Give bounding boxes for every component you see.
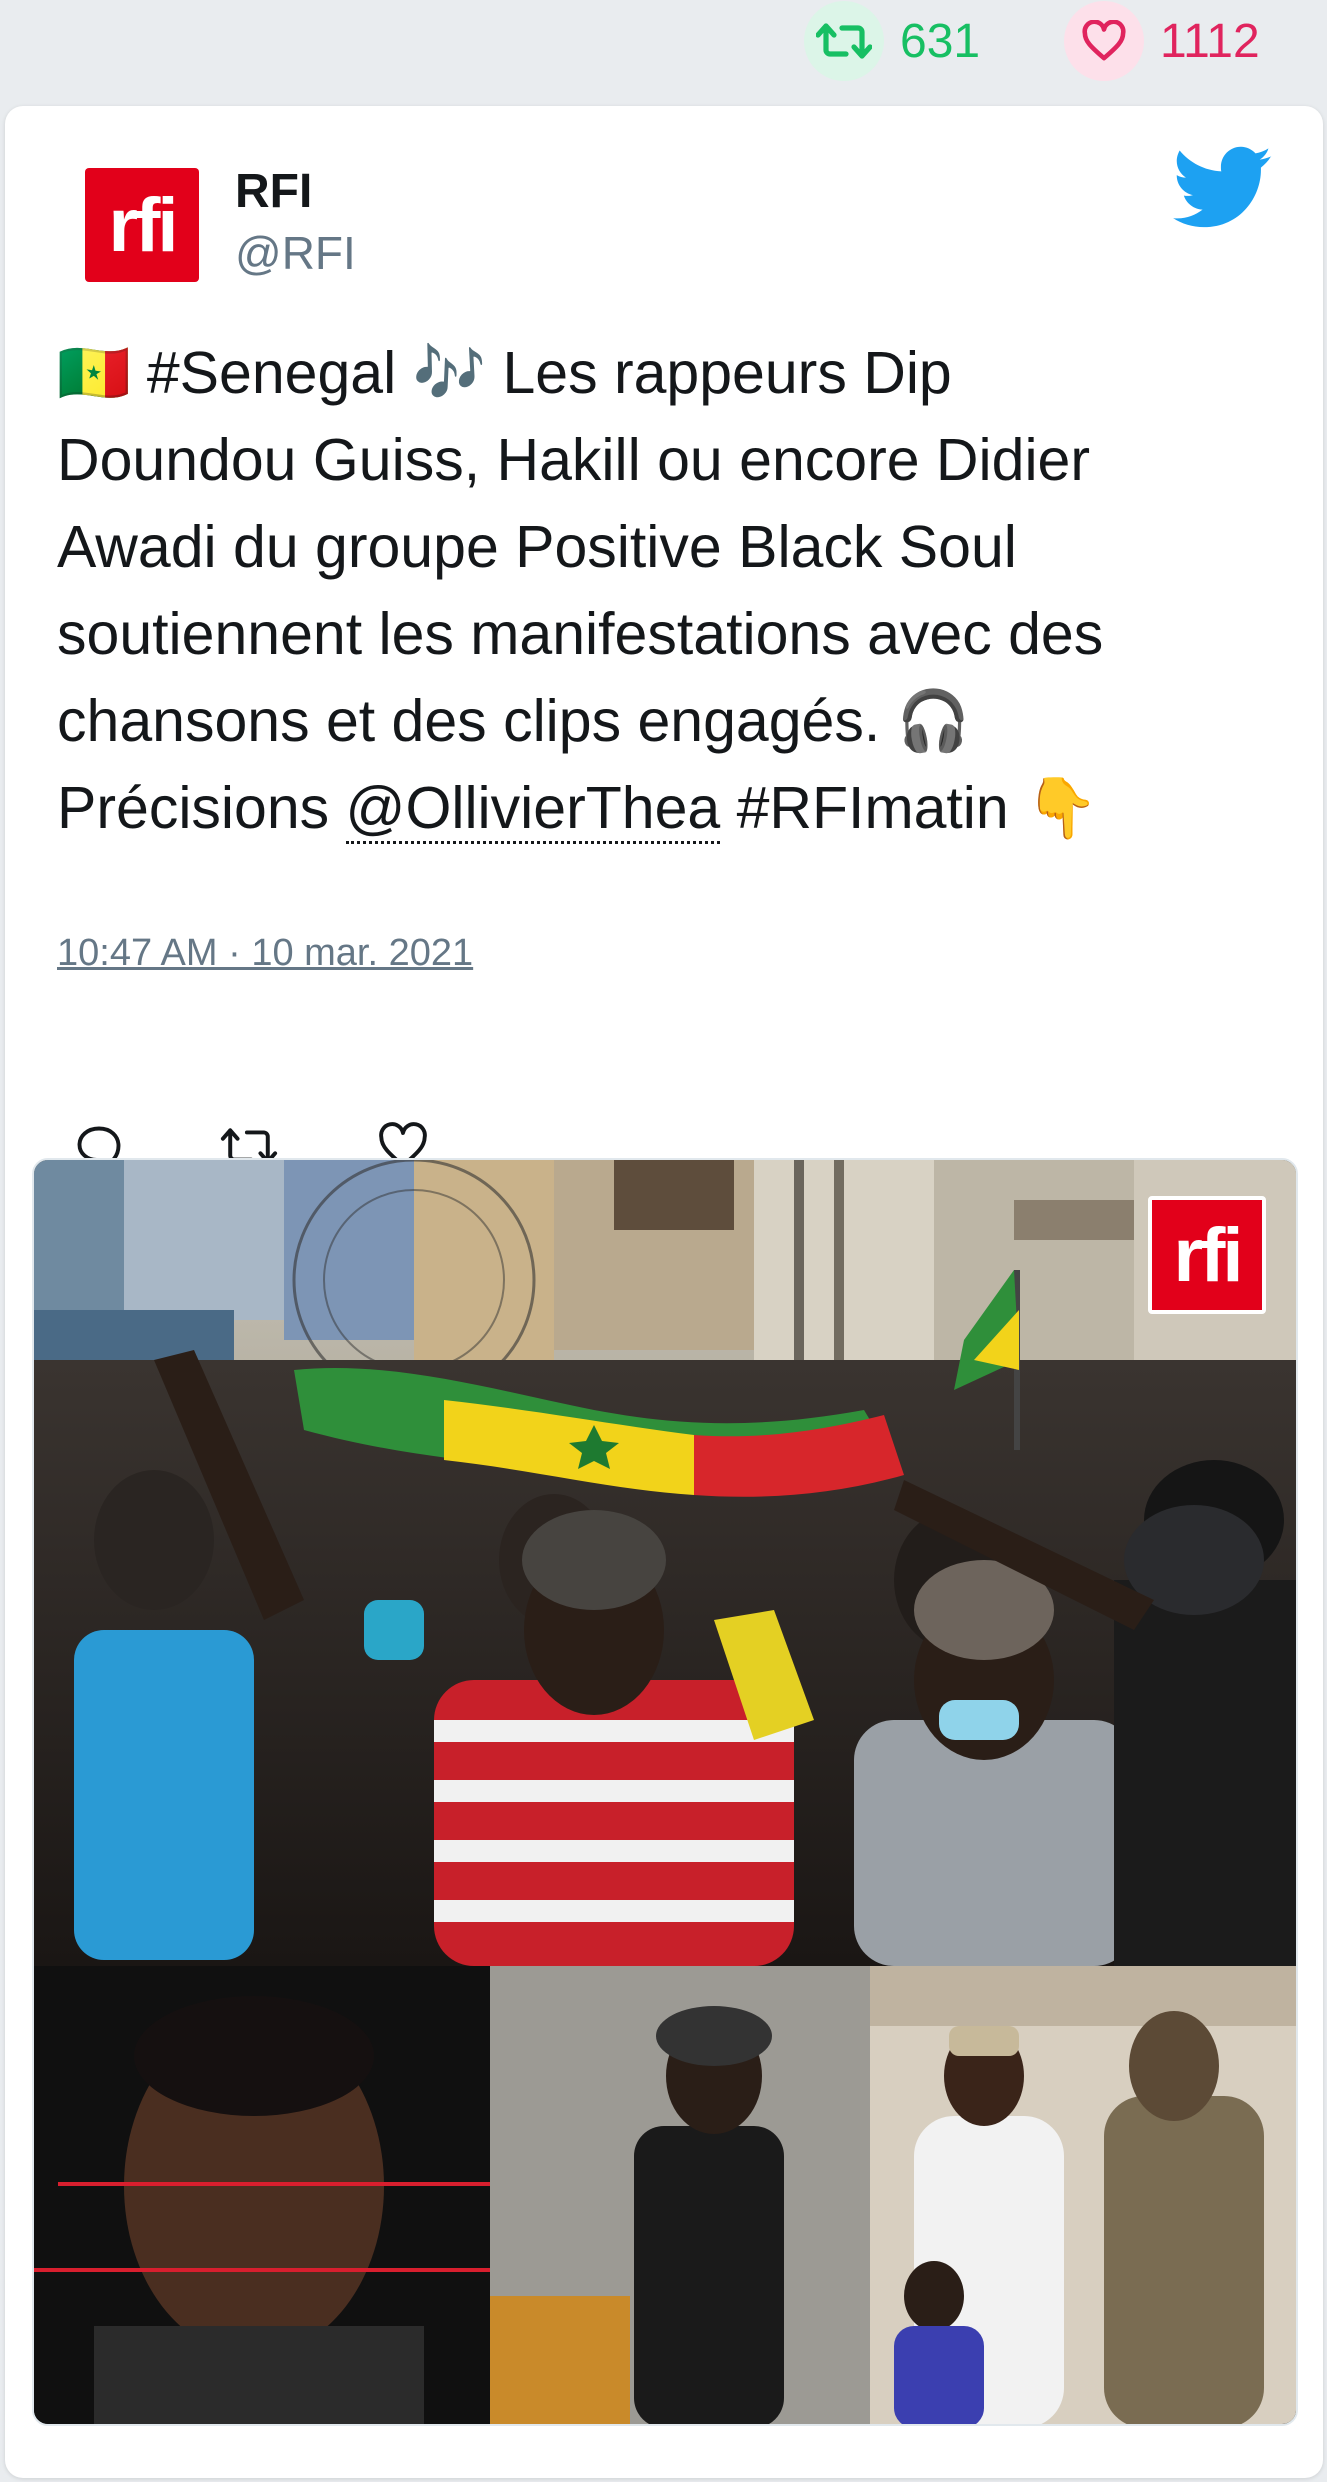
top-stats-bar: 631 1112	[0, 0, 1327, 100]
retweet-count: 631	[900, 14, 981, 68]
mention-link[interactable]: @OllivierThea	[345, 775, 721, 844]
tweet-card: rfi RFI @RFI 🇸🇳 #Senegal 🎶 Les rappeurs …	[5, 106, 1323, 2478]
author-handle[interactable]: @RFI	[235, 226, 356, 280]
tweet-line-last: Précisions @OllivierThea #RFImatin 👇	[57, 765, 1287, 852]
author-name[interactable]: RFI	[235, 164, 312, 219]
retweet-stat[interactable]: 631	[804, 1, 981, 81]
tweet-line: chansons et des clips engagés. 🎧	[57, 688, 971, 754]
tweet-line: soutiennent les manifestations avec des	[57, 601, 1104, 667]
rfi-logo: rfi	[85, 168, 199, 282]
tweet-line: Doundou Guiss, Hakill ou encore Didier	[57, 427, 1091, 493]
like-stat[interactable]: 1112	[1064, 1, 1260, 81]
tweet-text: 🇸🇳 #Senegal 🎶 Les rappeurs Dip Doundou G…	[57, 330, 1287, 852]
like-count: 1112	[1160, 14, 1260, 68]
tweet-timestamp[interactable]: 10:47 AM · 10 mar. 2021	[57, 932, 473, 975]
avatar[interactable]: rfi	[81, 164, 203, 286]
rappers-collage	[34, 1966, 1296, 2424]
twitter-bird-icon[interactable]	[1173, 146, 1273, 230]
heart-icon	[1064, 1, 1144, 81]
tweet-line: 🇸🇳 #Senegal 🎶 Les rappeurs Dip	[57, 340, 952, 406]
retweet-icon	[804, 1, 884, 81]
tweet-line-prefix: Précisions	[57, 775, 346, 841]
protest-photo	[34, 1160, 1296, 1966]
tweet-line: Awadi du groupe Positive Black Soul	[57, 514, 1017, 580]
tweet-line-suffix: #RFImatin 👇	[720, 775, 1099, 841]
tweet-media-image[interactable]: rfi	[32, 1158, 1298, 2426]
media-rfi-logo: rfi	[1148, 1196, 1266, 1314]
